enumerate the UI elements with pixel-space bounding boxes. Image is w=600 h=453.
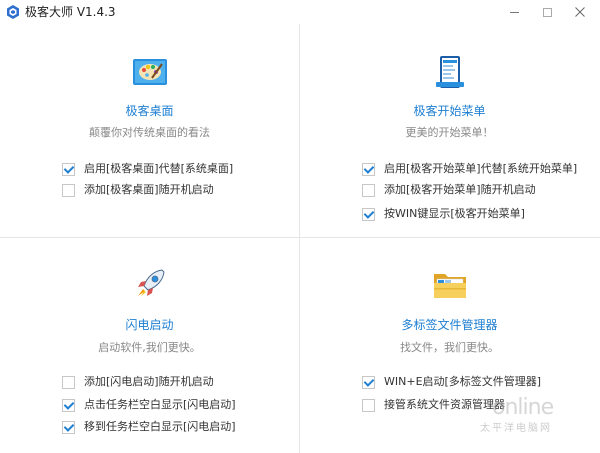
checkbox[interactable] [362, 398, 375, 412]
checkbox[interactable] [362, 207, 375, 221]
option-autostart-quick-launch[interactable]: 添加[闪电启动]随开机启动 [62, 373, 214, 391]
option-label: 移到任务栏空白显示[闪电启动] [84, 420, 236, 433]
checkbox[interactable] [62, 162, 75, 176]
option-win-e-file-manager[interactable]: WIN+E启动[多标签文件管理器] [362, 373, 541, 391]
option-autostart-geek-desktop[interactable]: 添加[极客桌面]随开机启动 [62, 181, 214, 199]
panel-title: 闪电启动 [125, 318, 174, 332]
option-label: 添加[极客桌面]随开机启动 [84, 183, 214, 196]
checkbox[interactable] [362, 162, 375, 176]
panel-subtitle: 更美的开始菜单！ [405, 126, 494, 139]
minimize-button[interactable] [498, 0, 530, 24]
option-replace-explorer[interactable]: 接管系统文件资源管理器 [362, 396, 505, 414]
checkbox[interactable] [362, 183, 375, 197]
option-enable-geek-start-menu[interactable]: 启用[极客开始菜单]代替[系统开始菜单] [362, 160, 577, 178]
option-label: 添加[闪电启动]随开机启动 [84, 375, 214, 388]
option-autostart-geek-start-menu[interactable]: 添加[极客开始菜单]随开机启动 [362, 181, 536, 199]
maximize-icon [542, 7, 552, 17]
option-label: 启用[极客开始菜单]代替[系统开始菜单] [384, 162, 578, 175]
title-bar: 极客大师 V1.4.3 [0, 0, 600, 24]
option-label: 按WIN键显示[极客开始菜单] [384, 207, 525, 220]
option-label: 启用[极客桌面]代替[系统桌面] [84, 162, 234, 175]
option-label: 接管系统文件资源管理器 [384, 398, 505, 411]
panel-subtitle: 找文件，我们更快。 [400, 341, 499, 354]
panel-geek-desktop: 极客桌面 颠覆你对传统桌面的看法 启用[极客桌面]代替[系统桌面] 添加[极客桌… [0, 24, 299, 237]
rocket-icon [138, 269, 165, 296]
panel-title: 极客开始菜单 [413, 104, 486, 118]
folder-icon [434, 274, 466, 298]
option-label: 添加[极客开始菜单]随开机启动 [384, 183, 536, 196]
option-click-taskbar-quick-launch[interactable]: 点击任务栏空白显示[闪电启动] [62, 396, 236, 414]
panel-title: 多标签文件管理器 [401, 318, 498, 332]
checkbox[interactable] [62, 183, 75, 197]
start-menu-icon [436, 56, 464, 88]
panel-quick-launch: 闪电启动 启动软件,我们更快。 添加[闪电启动]随开机启动 点击任务栏空白显示[… [0, 238, 299, 453]
panel-subtitle: 颠覆你对传统桌面的看法 [89, 126, 210, 139]
option-enable-geek-desktop[interactable]: 启用[极客桌面]代替[系统桌面] [62, 160, 233, 178]
maximize-button[interactable] [531, 0, 563, 24]
option-label: 点击任务栏空白显示[闪电启动] [84, 398, 236, 411]
panel-tabbed-file-manager: 多标签文件管理器 找文件，我们更快。 WIN+E启动[多标签文件管理器] 接管系… [300, 238, 599, 453]
checkbox[interactable] [62, 375, 75, 389]
close-icon [575, 7, 585, 17]
option-hover-taskbar-quick-launch[interactable]: 移到任务栏空白显示[闪电启动] [62, 418, 236, 436]
checkbox[interactable] [62, 398, 75, 412]
checkbox[interactable] [62, 420, 75, 434]
close-button[interactable] [564, 0, 596, 24]
window-title: 极客大师 V1.4.3 [25, 5, 116, 19]
minimize-icon [509, 11, 519, 13]
option-label: WIN+E启动[多标签文件管理器] [384, 375, 542, 388]
checkbox[interactable] [362, 375, 375, 389]
panel-title: 极客桌面 [125, 104, 174, 118]
panel-subtitle: 启动软件,我们更快。 [98, 341, 201, 354]
app-logo-icon [7, 5, 19, 19]
option-win-key-start-menu[interactable]: 按WIN键显示[极客开始菜单] [362, 205, 525, 223]
desktop-palette-icon [133, 59, 167, 85]
panel-geek-start-menu: 极客开始菜单 更美的开始菜单！ 启用[极客开始菜单]代替[系统开始菜单] 添加[… [300, 24, 599, 237]
